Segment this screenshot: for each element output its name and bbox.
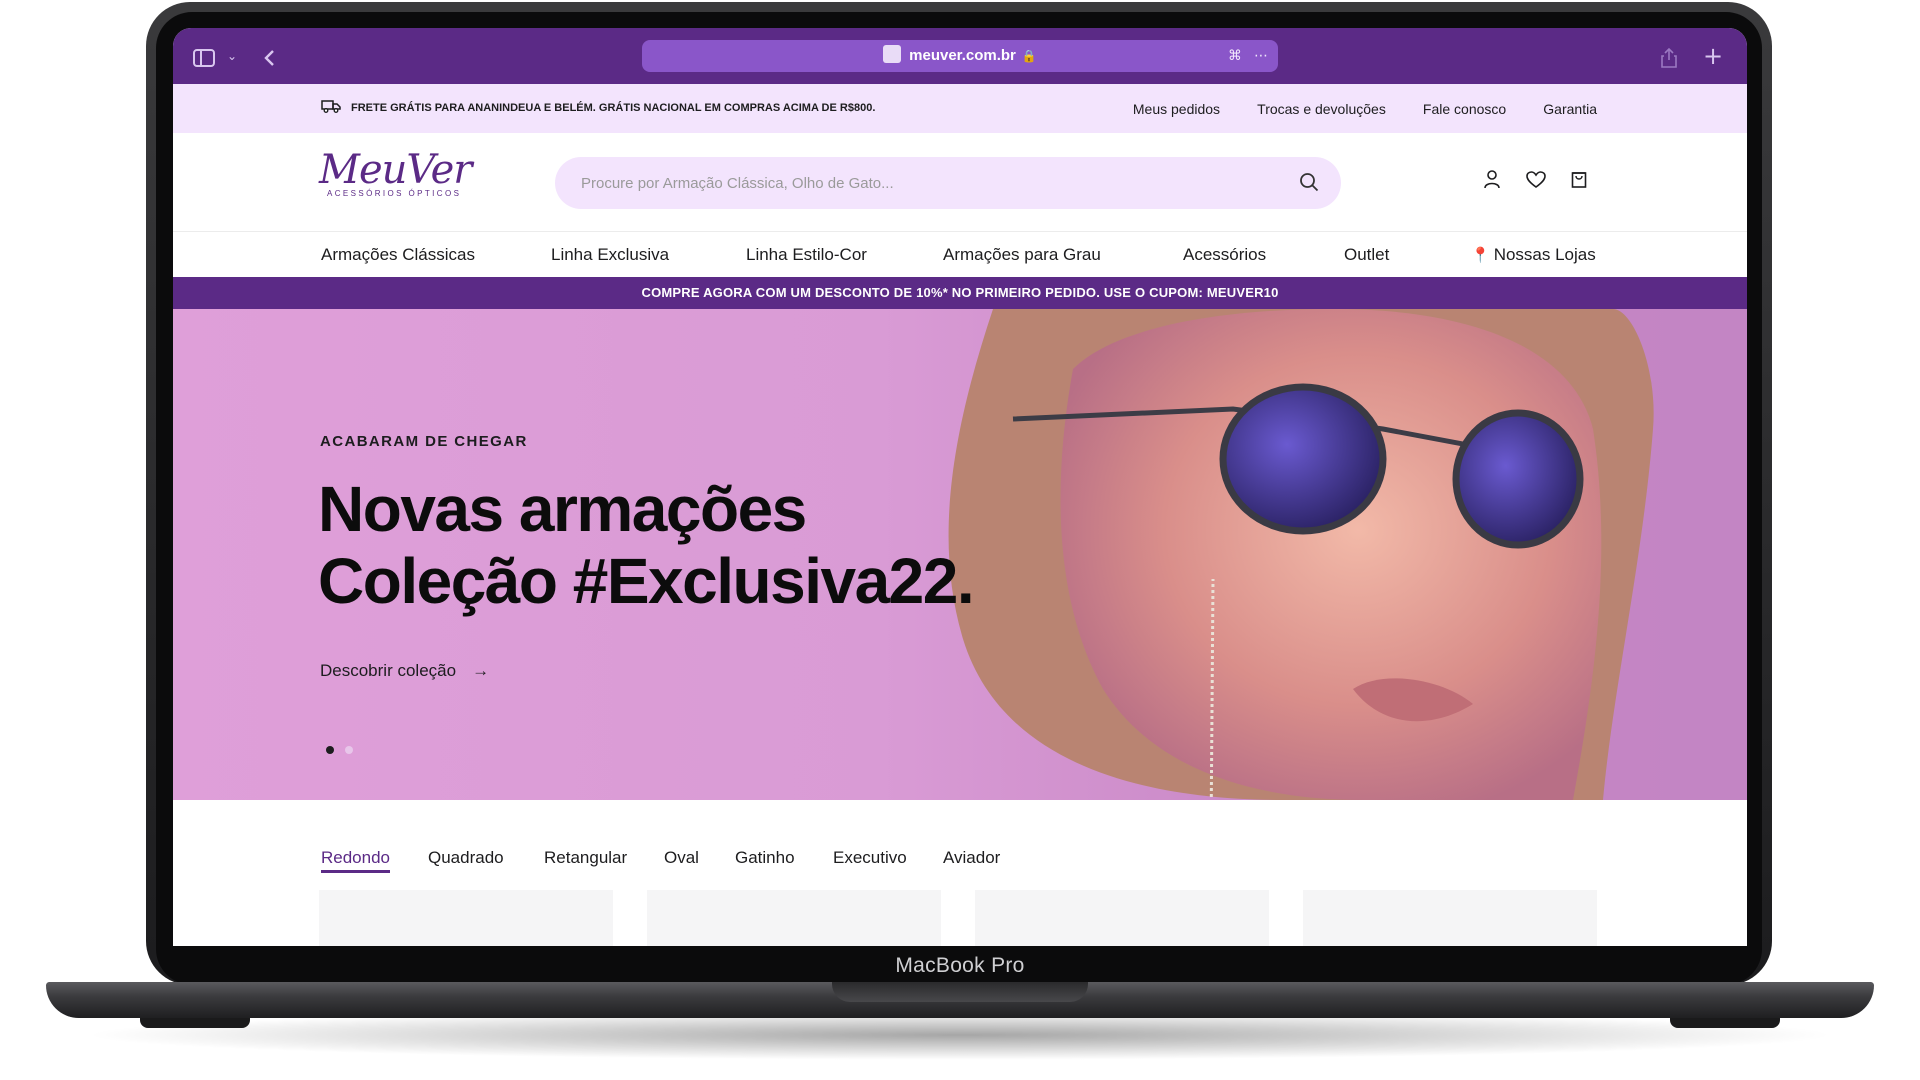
hero-title-line1: Novas armações (318, 473, 807, 545)
back-icon[interactable] (263, 28, 275, 84)
tab-aviador[interactable]: Aviador (943, 848, 1000, 868)
tab-oval[interactable]: Oval (664, 848, 699, 868)
shipping-topbar: FRETE GRÁTIS PARA ANANINDEUA E BELÉM. GR… (173, 84, 1747, 133)
more-icon[interactable]: ⋯ (1254, 40, 1268, 72)
laptop-frame: ⌄ meuver.com.br 🔒 ⌘ ⋯ + FRETE GRÁTIS PAR… (0, 0, 1920, 1080)
browser-screen: ⌄ meuver.com.br 🔒 ⌘ ⋯ + FRETE GRÁTIS PAR… (173, 28, 1747, 946)
product-card[interactable] (975, 890, 1269, 946)
nav-linha-exclusiva[interactable]: Linha Exclusiva (551, 232, 669, 277)
header-icons (1483, 169, 1607, 193)
site-logo[interactable]: MeuVer ACESSÓRIOS ÓPTICOS (319, 147, 472, 198)
carousel-dot-active[interactable] (326, 746, 334, 754)
tab-quadrado[interactable]: Quadrado (428, 848, 504, 868)
device-brand-label: MacBook Pro (895, 954, 1025, 977)
nav-linha-estilo-cor[interactable]: Linha Estilo-Cor (746, 232, 867, 277)
nav-armacoes-classicas[interactable]: Armações Clássicas (321, 232, 475, 277)
tab-gatinho[interactable]: Gatinho (735, 848, 795, 868)
url-text: meuver.com.br (909, 47, 1016, 64)
location-pin-icon: 📍 (1471, 247, 1490, 264)
nav-nossas-lojas[interactable]: 📍 Nossas Lojas (1471, 232, 1596, 278)
hero-title: Novas armações Coleção #Exclusiva22. (318, 473, 1018, 617)
lock-icon: 🔒 (1021, 49, 1037, 63)
cart-icon[interactable] (1571, 169, 1587, 189)
hero-kicker: ACABARAM DE CHEGAR (320, 433, 528, 450)
top-links: Meus pedidos Trocas e devoluções Fale co… (1101, 84, 1597, 134)
shape-tabs: Redondo Quadrado Retangular Oval Gatinho… (173, 800, 1747, 946)
hero-banner: ACABARAM DE CHEGAR Novas armações Coleçã… (173, 309, 1747, 800)
discover-collection-link[interactable]: Descobrir coleção → (320, 661, 489, 681)
nav-outlet[interactable]: Outlet (1344, 232, 1389, 277)
laptop-foot (140, 1018, 250, 1028)
hero-cta-label: Descobrir coleção (320, 661, 457, 680)
main-nav: Armações Clássicas Linha Exclusiva Linha… (173, 232, 1747, 277)
heart-icon[interactable] (1526, 171, 1546, 189)
carousel-dot[interactable] (345, 746, 353, 754)
search-bar (555, 157, 1341, 209)
arrow-right-icon: → (472, 661, 490, 680)
product-card[interactable] (1303, 890, 1597, 946)
nav-acessorios[interactable]: Acessórios (1183, 232, 1266, 277)
nav-nossas-lojas-label: Nossas Lojas (1493, 245, 1596, 264)
sidebar-icon[interactable] (193, 28, 215, 84)
translate-icon[interactable]: ⌘ (1228, 40, 1242, 72)
link-fale-conosco[interactable]: Fale conosco (1423, 101, 1506, 117)
link-garantia[interactable]: Garantia (1543, 101, 1597, 117)
share-icon[interactable] (1661, 28, 1677, 84)
shipping-notice: FRETE GRÁTIS PARA ANANINDEUA E BELÉM. GR… (321, 84, 875, 133)
browser-toolbar: ⌄ meuver.com.br 🔒 ⌘ ⋯ + (173, 28, 1747, 84)
laptop-foot (1670, 1018, 1780, 1028)
site-header: MeuVer ACESSÓRIOS ÓPTICOS (173, 133, 1747, 232)
laptop-hinge-notch (832, 982, 1088, 1002)
search-input[interactable] (581, 157, 1281, 209)
site-favicon (883, 45, 902, 63)
search-icon[interactable] (1299, 172, 1319, 192)
url-display: meuver.com.br 🔒 (642, 40, 1278, 72)
new-tab-icon[interactable]: + (1703, 28, 1723, 84)
account-icon[interactable] (1483, 169, 1501, 189)
product-card[interactable] (319, 890, 613, 946)
shipping-text: FRETE GRÁTIS PARA ANANINDEUA E BELÉM. GR… (351, 102, 876, 114)
tab-executivo[interactable]: Executivo (833, 848, 907, 868)
truck-icon (321, 84, 341, 133)
link-trocas-devolucoes[interactable]: Trocas e devoluções (1257, 101, 1386, 117)
address-bar[interactable]: meuver.com.br 🔒 ⌘ ⋯ (642, 40, 1278, 72)
tab-retangular[interactable]: Retangular (544, 848, 627, 868)
logo-wordmark: MeuVer (319, 147, 472, 193)
product-card[interactable] (647, 890, 941, 946)
nav-armacoes-para-grau[interactable]: Armações para Grau (943, 232, 1101, 277)
hero-title-line2: Coleção #Exclusiva22. (318, 545, 975, 617)
link-meus-pedidos[interactable]: Meus pedidos (1133, 101, 1220, 117)
chevron-down-icon[interactable]: ⌄ (227, 28, 237, 84)
tab-redondo[interactable]: Redondo (321, 848, 391, 873)
promo-banner: COMPRE AGORA COM UM DESCONTO DE 10%* NO … (173, 277, 1747, 309)
logo-tagline: ACESSÓRIOS ÓPTICOS (327, 189, 462, 198)
